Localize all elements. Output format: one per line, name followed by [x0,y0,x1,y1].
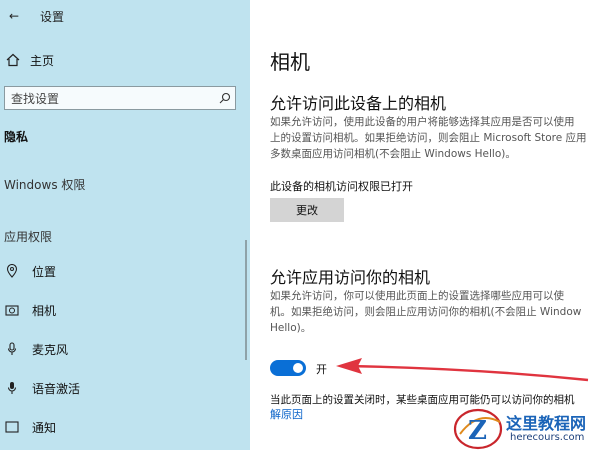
learn-why-link[interactable]: 解原因 [270,406,303,422]
camera-icon [4,302,20,318]
search-placeholder: 查找设置 [11,91,60,106]
change-button[interactable]: 更改 [270,198,344,222]
sidebar-item-voice-activation[interactable]: 语音激活 [4,377,234,399]
sidebar-item-label: 语音激活 [32,381,81,396]
watermark-title: 这里教程网 [506,414,587,433]
main-content: 相机 允许访问此设备上的相机 如果允许访问，使用此设备的用户将能够选择其应用是否… [250,0,600,450]
section-heading-app-access: 允许应用访问你的相机 [270,268,431,287]
home-icon [4,53,22,67]
toggle-label: 开 [316,363,327,376]
privacy-heading: 隐私 [4,130,29,144]
sidebar-item-location[interactable]: 位置 [4,260,234,282]
section-description-app-access: 如果允许访问，你可以使用此页面上的设置选择哪些应用可以使 机。如果拒绝访问，则会… [270,290,582,334]
app-permissions-heading: 应用权限 [4,230,53,244]
sidebar-scrollbar[interactable] [245,240,247,360]
back-arrow-icon[interactable]: ← [4,8,24,24]
app-access-toggle[interactable] [270,360,306,376]
search-input[interactable]: 查找设置 [4,86,236,110]
microphone-icon [4,341,20,357]
watermark: Z 这里教程网 herecours.com [452,404,600,450]
sidebar: ← 设置 主页 查找设置 隐私 Windows 权限 应用权限 位置 相机 麦克… [0,0,250,450]
section-description-device-access: 如果允许访问，使用此设备的用户将能够选择其应用是否可以使用 上的设置访问相机。如… [270,116,587,160]
notification-icon [4,419,20,435]
app-title: 设置 [40,10,65,24]
svg-text:Z: Z [468,416,487,446]
sidebar-item-microphone[interactable]: 麦克风 [4,338,234,360]
sidebar-item-notifications[interactable]: 通知 [4,416,234,438]
sidebar-item-label: 相机 [32,303,57,318]
watermark-url: herecours.com [510,432,585,443]
sidebar-item-label: 主页 [30,53,55,68]
section-heading-device-access: 允许访问此设备上的相机 [270,94,447,113]
toggle-knob [293,363,303,373]
watermark-logo-icon: Z [453,408,503,450]
location-icon [4,263,20,279]
page-title: 相机 [270,50,310,74]
sidebar-item-label: 位置 [32,264,57,279]
sidebar-item-label: 通知 [32,420,57,435]
voice-activation-icon [4,380,20,396]
device-access-status: 此设备的相机访问权限已打开 [270,180,413,193]
sidebar-item-label: 麦克风 [32,342,69,357]
sidebar-item-home[interactable]: 主页 [4,50,244,70]
sidebar-item-windows-permissions[interactable]: Windows 权限 [4,176,85,193]
search-icon[interactable] [215,92,235,104]
sidebar-item-camera[interactable]: 相机 [4,299,234,321]
